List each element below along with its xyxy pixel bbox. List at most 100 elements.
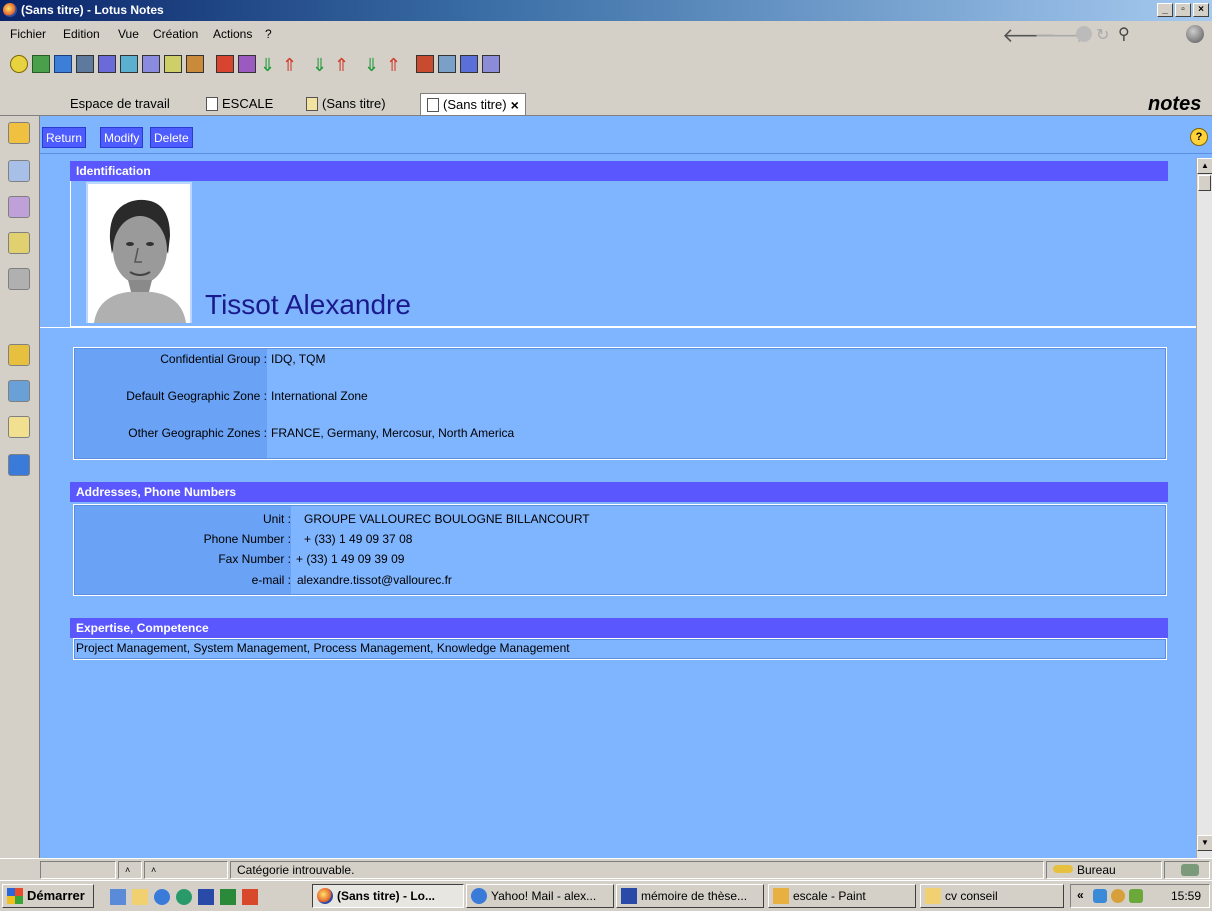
tab-sans-titre-1[interactable]: (Sans titre) <box>300 93 392 115</box>
task-paint[interactable]: escale - Paint <box>768 884 916 908</box>
replicator-icon[interactable] <box>8 268 30 290</box>
scroll-up-button[interactable]: ▲ <box>1197 158 1212 174</box>
delete-button[interactable]: Delete <box>150 127 193 148</box>
quicklaunch-excel-icon[interactable] <box>220 889 236 905</box>
addresses-header: Addresses, Phone Numbers <box>70 482 1168 502</box>
toolbar-icon-2[interactable] <box>32 55 50 73</box>
quicklaunch-outlook-icon[interactable] <box>176 889 192 905</box>
search-icon[interactable]: ⚲ <box>1118 24 1130 44</box>
previous-icon[interactable]: ⇑ <box>334 55 349 76</box>
todo-icon[interactable] <box>8 232 30 254</box>
toolbar-icon-6[interactable] <box>120 55 138 73</box>
action-bar: Return Modify Delete ? <box>40 116 1212 154</box>
internet-explorer-icon[interactable] <box>8 454 30 476</box>
location-selector[interactable]: Bureau <box>1046 861 1162 879</box>
menu-fichier[interactable]: Fichier <box>10 27 46 41</box>
title-bar[interactable]: (Sans titre) - Lotus Notes _ ▫ × <box>0 0 1212 21</box>
email-value[interactable]: alexandre.tissot@vallourec.fr <box>297 573 452 587</box>
status-inbox-cell[interactable] <box>1164 861 1210 879</box>
toolbar-icon-4[interactable] <box>76 55 94 73</box>
tray-expand-icon[interactable]: « <box>1077 888 1084 902</box>
folder-icon[interactable] <box>8 416 30 438</box>
minimize-button[interactable]: _ <box>1157 3 1173 17</box>
edit-icon[interactable] <box>216 55 234 73</box>
status-cell-3[interactable]: ˄ <box>144 861 228 879</box>
toolbar-icon-11[interactable] <box>238 55 256 73</box>
task-yahoo-mail[interactable]: Yahoo! Mail - alex... <box>466 884 614 908</box>
task-cv-conseil[interactable]: cv conseil <box>920 884 1064 908</box>
task-label: Yahoo! Mail - alex... <box>491 889 597 903</box>
tab-bar: Espace de travail ESCALE (Sans titre) (S… <box>0 89 1212 116</box>
lotus-notes-app-icon[interactable] <box>3 3 17 17</box>
fax-number-label: Fax Number : <box>218 552 291 566</box>
modify-button[interactable]: Modify <box>100 127 144 148</box>
toolbar-icon-21[interactable] <box>460 55 478 73</box>
arrow-up-icon[interactable]: ⇑ <box>282 55 297 76</box>
quicklaunch-powerpoint-icon[interactable] <box>242 889 258 905</box>
vertical-scrollbar[interactable]: ▲ ▼ <box>1196 158 1212 858</box>
menu-actions[interactable]: Actions <box>213 27 252 41</box>
fax-number-value: + (33) 1 49 09 39 09 <box>296 552 405 566</box>
menu-vue[interactable]: Vue <box>118 27 139 41</box>
refresh-icon[interactable]: ↻ <box>1096 25 1109 45</box>
close-button[interactable]: × <box>1193 3 1209 17</box>
address-book-icon[interactable] <box>8 196 30 218</box>
tab-escale[interactable]: ESCALE <box>200 93 279 115</box>
status-message-text: Catégorie introuvable. <box>237 863 355 877</box>
menu-edition[interactable]: Edition <box>63 27 100 41</box>
scroll-down-button[interactable]: ▼ <box>1197 835 1212 851</box>
task-label: cv conseil <box>945 889 998 903</box>
toolbar-icon-9[interactable] <box>186 55 204 73</box>
next-unread-icon[interactable]: ⇓ <box>364 55 379 76</box>
unit-label: Unit : <box>262 512 291 526</box>
menu-creation[interactable]: Création <box>153 27 198 41</box>
unit-value: GROUPE VALLOUREC BOULOGNE BILLANCOURT <box>304 512 590 526</box>
menu-help[interactable]: ? <box>265 27 272 41</box>
return-button[interactable]: Return <box>42 127 87 148</box>
toolbar-icon-22[interactable] <box>482 55 500 73</box>
stop-icon[interactable] <box>1076 26 1092 42</box>
document-icon <box>206 97 218 111</box>
bookmark-bar <box>0 116 40 858</box>
paint-icon <box>773 888 789 904</box>
inbox-icon <box>1181 864 1199 876</box>
default-geographic-zone-label: Default Geographic Zone : <box>126 389 267 403</box>
status-cell-1[interactable] <box>40 861 116 879</box>
tab-espace-de-travail[interactable]: Espace de travail <box>64 93 176 115</box>
confidential-group-value: IDQ, TQM <box>271 352 326 366</box>
help-icon[interactable]: ? <box>1190 128 1208 146</box>
mail-icon[interactable] <box>8 122 30 144</box>
quicklaunch-ie-icon[interactable] <box>154 889 170 905</box>
globe-icon[interactable] <box>1186 25 1204 43</box>
messenger-icon[interactable] <box>1129 889 1143 903</box>
quicklaunch-explorer-icon[interactable] <box>132 889 148 905</box>
antivirus-icon[interactable] <box>1111 889 1125 903</box>
databases-icon[interactable] <box>8 380 30 402</box>
toolbar-icon-19[interactable] <box>416 55 434 73</box>
key-icon <box>1053 865 1073 873</box>
database-icon <box>306 97 318 111</box>
next-icon[interactable]: ⇓ <box>312 55 327 76</box>
scroll-thumb[interactable] <box>1198 175 1211 191</box>
toolbar-icon-3[interactable] <box>54 55 72 73</box>
quicklaunch-desktop-icon[interactable] <box>110 889 126 905</box>
toolbar-icon-5[interactable] <box>98 55 116 73</box>
previous-unread-icon[interactable]: ⇑ <box>386 55 401 76</box>
status-cell-2[interactable]: ˄ <box>118 861 142 879</box>
start-button[interactable]: Démarrer <box>2 884 94 908</box>
toolbar-icon-1[interactable] <box>10 55 28 73</box>
favorites-icon[interactable] <box>8 344 30 366</box>
task-memoire[interactable]: mémoire de thèse... <box>616 884 764 908</box>
arrow-down-icon[interactable]: ⇓ <box>260 55 275 76</box>
tab-sans-titre-2[interactable]: (Sans titre) × <box>420 93 526 115</box>
maximize-button[interactable]: ▫ <box>1175 3 1191 17</box>
print-icon[interactable] <box>142 55 160 73</box>
toolbar-icon-8[interactable] <box>164 55 182 73</box>
calendar-icon[interactable] <box>8 160 30 182</box>
network-icon[interactable] <box>1093 889 1107 903</box>
task-lotus-notes[interactable]: (Sans titre) - Lo... <box>312 884 464 908</box>
toolbar-icon-20[interactable] <box>438 55 456 73</box>
quicklaunch-word-icon[interactable] <box>198 889 214 905</box>
tab-close-icon[interactable]: × <box>511 95 519 115</box>
phone-number-value: + (33) 1 49 09 37 08 <box>304 532 413 546</box>
